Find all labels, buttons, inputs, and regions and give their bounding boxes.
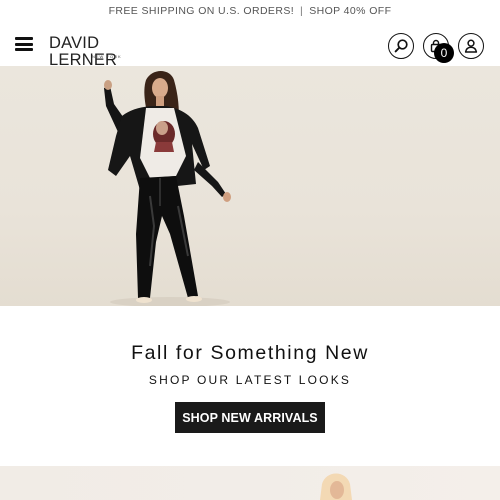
brand-logo[interactable]: DAVID LERNER NEW YORK — [49, 35, 167, 69]
next-banner-image — [320, 473, 352, 500]
hero-title: Fall for Something New — [131, 342, 369, 364]
hero-model-image — [104, 71, 231, 306]
site-header: DAVID LERNER NEW YORK 0 — [0, 22, 500, 69]
cart-count-badge: 0 — [434, 43, 454, 63]
hero-cta-section: Fall for Something New SHOP OUR LATEST L… — [0, 306, 500, 466]
brand-name: DAVID LERNER — [49, 34, 118, 69]
promo-bar: FREE SHIPPING ON U.S. ORDERS! | SHOP 40%… — [0, 0, 500, 22]
shop-40-off-link[interactable]: SHOP 40% OFF — [309, 5, 391, 17]
next-promo-banner[interactable] — [0, 466, 500, 500]
search-button[interactable] — [388, 33, 414, 59]
search-icon — [394, 39, 408, 53]
hero-subtitle: SHOP OUR LATEST LOOKS — [148, 373, 352, 387]
menu-icon[interactable] — [15, 37, 33, 51]
account-button[interactable] — [458, 33, 484, 59]
promo-separator: | — [300, 5, 304, 17]
hero-banner[interactable] — [0, 66, 500, 306]
shop-new-arrivals-button[interactable]: SHOP NEW ARRIVALS — [175, 402, 325, 433]
free-shipping-text: FREE SHIPPING ON U.S. ORDERS! — [108, 5, 295, 17]
account-icon — [464, 39, 478, 53]
brand-city: NEW YORK — [92, 54, 122, 59]
